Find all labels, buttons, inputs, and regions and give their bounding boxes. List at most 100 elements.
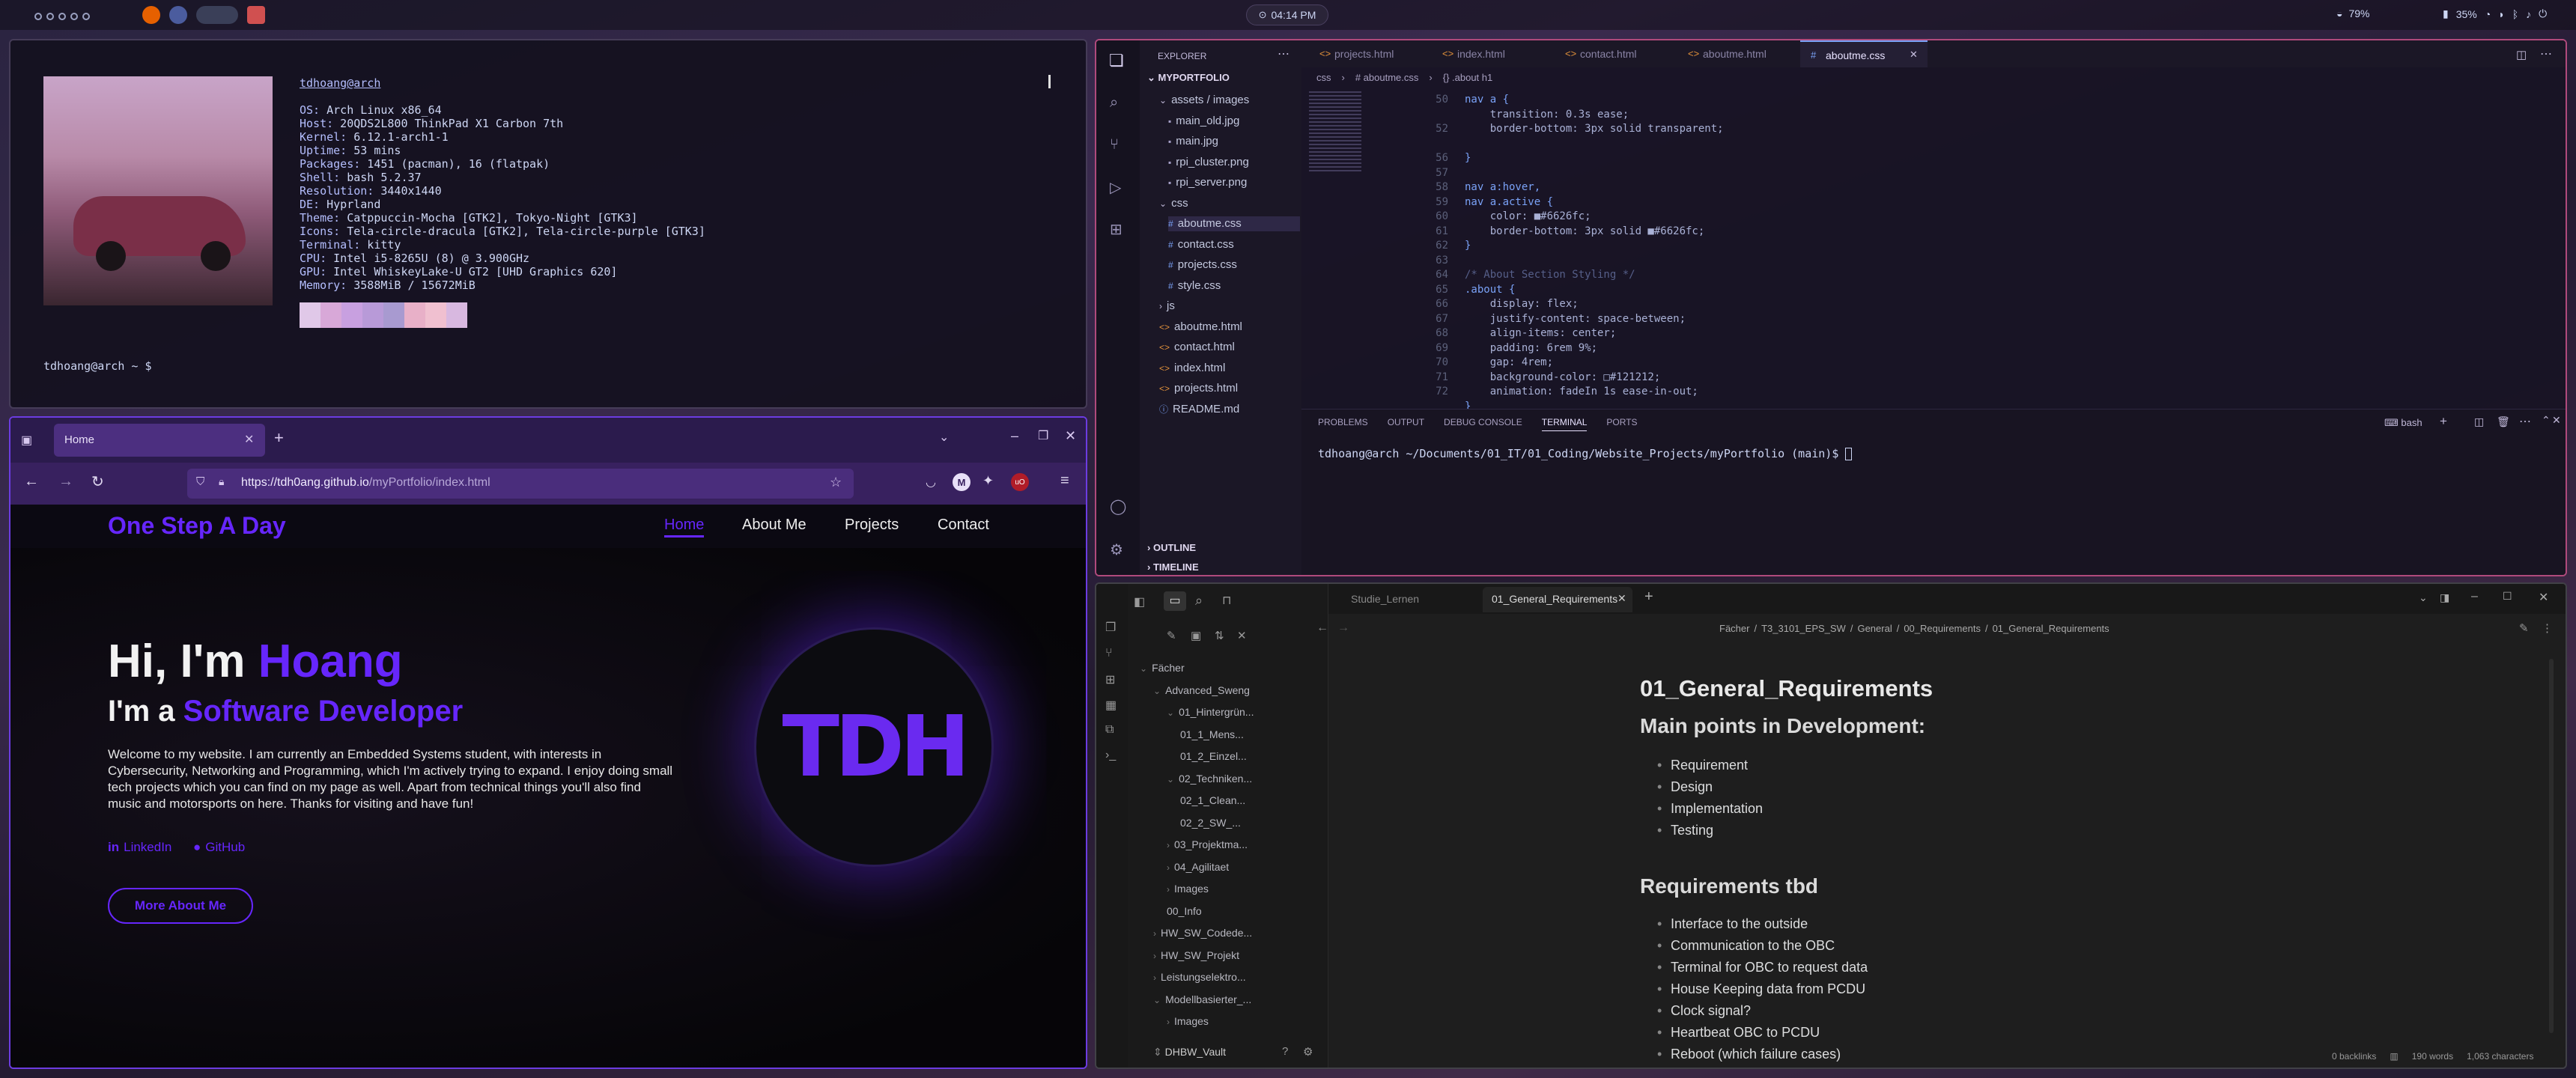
- file-tree-item[interactable]: # style.css: [1168, 278, 1221, 293]
- active-apps-icon[interactable]: [196, 6, 238, 24]
- panel-tab[interactable]: OUTPUT: [1388, 417, 1424, 431]
- more-about-me-button[interactable]: More About Me: [108, 888, 253, 924]
- editor-tab[interactable]: <> projects.html: [1309, 40, 1429, 67]
- search-icon[interactable]: ⌕: [1195, 593, 1203, 609]
- account-avatar[interactable]: M: [953, 473, 970, 491]
- folder-icon[interactable]: ▭: [1164, 591, 1186, 611]
- file-tree-item[interactable]: # aboutme.css: [1168, 216, 1300, 231]
- close-window-icon[interactable]: ✕: [1065, 428, 1076, 444]
- firefox-window[interactable]: ▣ Home ✕ + ⌄ – ❐ ✕ ← → ↻ ⛉ 🔒︎ https://td…: [9, 416, 1087, 1069]
- system-tray[interactable]: ▮ 35% ◔ ◗ ᛒ ♪ ⏻: [2443, 7, 2547, 20]
- vault-tree-item[interactable]: › 04_Agilitaet: [1167, 861, 1229, 873]
- vault-tree-item[interactable]: ⌄ 02_Techniken...: [1167, 773, 1252, 785]
- more-options-icon[interactable]: ⋮: [2542, 621, 2553, 635]
- wifi-status[interactable]: ◒ 79%: [2336, 7, 2370, 19]
- vault-tree-item[interactable]: › Images: [1167, 1015, 1209, 1027]
- file-tree-item[interactable]: # contact.css: [1168, 237, 1234, 252]
- linkedin-link[interactable]: in LinkedIn: [108, 840, 171, 855]
- vault-tree-item[interactable]: 02_1_Clean...: [1180, 794, 1245, 806]
- project-root[interactable]: ⌄ MYPORTFOLIO: [1147, 72, 1230, 84]
- file-tree-item[interactable]: › js: [1159, 299, 1175, 314]
- more-actions-icon[interactable]: ⋯: [2540, 46, 2552, 61]
- vault-tree-item[interactable]: ⌄ 01_Hintergrün...: [1167, 706, 1254, 718]
- panel-tab[interactable]: PROBLEMS: [1318, 417, 1368, 431]
- file-tree-item[interactable]: <> contact.html: [1159, 340, 1235, 355]
- sort-icon[interactable]: ⇅: [1215, 629, 1224, 642]
- vault-switcher[interactable]: ⇕ DHBW_Vault: [1153, 1046, 1226, 1059]
- graph-icon[interactable]: ⑂: [1105, 647, 1113, 660]
- vault-tree-item[interactable]: 00_Info: [1167, 905, 1202, 917]
- account-icon[interactable]: ◯: [1110, 497, 1126, 516]
- mic-icon[interactable]: ♪: [2526, 8, 2531, 20]
- vault-tree-item[interactable]: › Leistungselektro...: [1153, 971, 1246, 983]
- vault-tree-item[interactable]: 01_1_Mens...: [1180, 728, 1244, 740]
- new-folder-icon[interactable]: ▣: [1191, 629, 1201, 642]
- file-tree-item[interactable]: ⌄ assets / images: [1159, 93, 1249, 108]
- timeline-section[interactable]: › TIMELINE: [1147, 561, 1199, 573]
- vscode-window[interactable]: ❏ ⌕ ⑂ ▷ ⊞ ◯ ⚙ EXPLORER ⋯ ⌄ MYPORTFOLIO ⌄…: [1095, 39, 2567, 576]
- vault-tree-item[interactable]: ⌄ Advanced_Sweng: [1153, 684, 1250, 696]
- file-tree-item[interactable]: ▪ main_old.jpg: [1168, 114, 1239, 129]
- vault-tree-item[interactable]: 01_2_Einzel...: [1180, 750, 1247, 762]
- breadcrumb-item[interactable]: 00_Requirements: [1904, 623, 1981, 634]
- new-note-icon[interactable]: ✎: [1167, 629, 1176, 642]
- maximize-panel-icon[interactable]: ⌃: [2542, 414, 2551, 427]
- help-icon[interactable]: ?: [1282, 1045, 1288, 1058]
- backlinks-count[interactable]: 0 backlinks: [2332, 1051, 2376, 1062]
- right-sidebar-icon[interactable]: ◨: [2440, 591, 2449, 604]
- vault-tree-item[interactable]: ⌄ Fächer: [1140, 662, 1185, 674]
- forward-icon[interactable]: →: [1337, 621, 1349, 635]
- file-tree-item[interactable]: <> aboutme.html: [1159, 320, 1242, 335]
- tab-general-requirements[interactable]: 01_General_Requirements ✕: [1483, 587, 1632, 612]
- nav-home[interactable]: Home: [664, 517, 705, 538]
- run-debug-icon[interactable]: ▷: [1110, 178, 1121, 197]
- file-tree-item[interactable]: ⌄ css: [1159, 196, 1188, 211]
- network-icon[interactable]: ◔: [2485, 8, 2491, 20]
- more-actions-icon[interactable]: ⋯: [2519, 414, 2531, 429]
- url-text[interactable]: https://tdh0ang.github.io/myPortfolio/in…: [241, 476, 490, 490]
- shield-icon[interactable]: ⛉: [196, 475, 204, 488]
- settings-gear-icon[interactable]: ⚙: [1303, 1045, 1313, 1059]
- tab-list-icon[interactable]: ▣: [21, 433, 32, 448]
- scrollbar[interactable]: [2549, 659, 2554, 1033]
- outline-section[interactable]: › OUTLINE: [1147, 542, 1196, 553]
- nav-contact[interactable]: Contact: [938, 517, 989, 534]
- explorer-icon[interactable]: ❏: [1109, 51, 1124, 70]
- copy-icon[interactable]: ⧉: [1105, 723, 1114, 737]
- panel-tab[interactable]: TERMINAL: [1541, 417, 1588, 431]
- reading-view-icon[interactable]: ▥: [2390, 1051, 2398, 1062]
- close-window-icon[interactable]: ✕: [2539, 590, 2548, 605]
- workspace-dot-icon[interactable]: [34, 13, 42, 20]
- new-terminal-icon[interactable]: +: [2440, 414, 2447, 429]
- pocket-icon[interactable]: ◡: [926, 475, 936, 490]
- ublock-icon[interactable]: uO: [1011, 473, 1029, 491]
- github-link[interactable]: ● GitHub: [193, 840, 245, 855]
- breadcrumb-item[interactable]: T3_3101_EPS_SW: [1761, 623, 1846, 634]
- file-tree-item[interactable]: ▪ rpi_cluster.png: [1168, 155, 1249, 170]
- maximize-icon[interactable]: ☐: [2503, 590, 2512, 603]
- obsidian-window[interactable]: ❐ ⑂ ⊞ ▦ ⧉ ›_ ◧ ▭ ⌕ ⊓ ✎ ▣ ⇅ ✕ ⌄ Fächer ⌄ Adv…: [1095, 582, 2567, 1069]
- obsidian-icon[interactable]: [169, 6, 187, 24]
- new-tab-icon[interactable]: +: [274, 428, 284, 448]
- workspace-indicators[interactable]: [34, 10, 94, 24]
- vault-tree-item[interactable]: › HW_SW_Codede...: [1153, 927, 1252, 939]
- close-panel-icon[interactable]: ✕: [2552, 414, 2561, 427]
- vault-tree-item[interactable]: › HW_SW_Projekt: [1153, 949, 1239, 961]
- lock-icon[interactable]: 🔒︎: [219, 475, 224, 488]
- tab-home[interactable]: Home ✕: [54, 424, 265, 457]
- close-icon[interactable]: ✕: [1910, 49, 1918, 61]
- kitty-icon[interactable]: [247, 6, 265, 24]
- file-icon[interactable]: ❐: [1105, 620, 1116, 635]
- nav-about-me[interactable]: About Me: [742, 517, 806, 534]
- integrated-terminal[interactable]: tdhoang@arch ~/Documents/01_IT/01_Coding…: [1318, 447, 1853, 460]
- nav-projects[interactable]: Projects: [845, 517, 899, 534]
- chevron-down-icon[interactable]: ⌄: [2419, 591, 2428, 604]
- back-icon[interactable]: ←: [1316, 621, 1328, 635]
- breadcrumb-item[interactable]: General: [1857, 623, 1892, 634]
- editor-tab[interactable]: <> aboutme.html: [1677, 40, 1797, 67]
- search-icon[interactable]: ⌕: [1110, 94, 1118, 112]
- editor-tab[interactable]: <> contact.html: [1555, 40, 1674, 67]
- split-editor-icon[interactable]: ◫: [2516, 48, 2527, 61]
- file-tree-item[interactable]: # projects.css: [1168, 258, 1237, 272]
- minimap[interactable]: [1309, 91, 1361, 174]
